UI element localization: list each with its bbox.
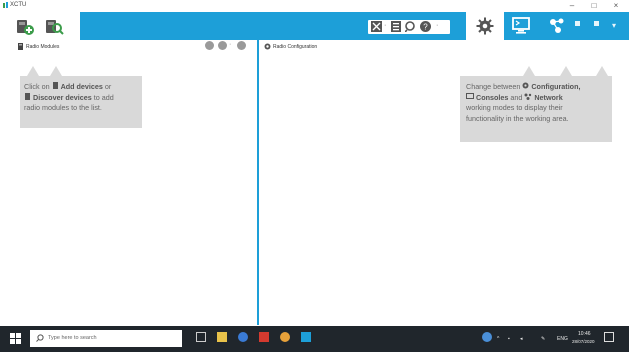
toolbar-indicator-icon: [594, 21, 599, 26]
notifications-icon[interactable]: [604, 332, 614, 342]
configuration-icon: [522, 82, 529, 89]
add-devices-button[interactable]: [15, 16, 35, 36]
hint-pointer: [27, 66, 39, 76]
clock-time[interactable]: 10:46: [578, 331, 591, 337]
hint-pointer: [50, 66, 62, 76]
xctu-menu-icon[interactable]: [391, 21, 401, 32]
hint-text: working modes to display their: [466, 103, 563, 112]
remove-radio-module-button[interactable]: [237, 41, 246, 50]
minimize-button[interactable]: –: [566, 1, 578, 11]
clock-date[interactable]: 28/07/2020: [572, 339, 595, 344]
hint-pointer: [560, 66, 572, 76]
add-devices-hint: Click on Add devices or Discover devices…: [20, 76, 142, 128]
close-button[interactable]: ×: [610, 1, 622, 11]
toolbar-indicator-icon: [575, 21, 580, 26]
volume-tray-icon[interactable]: ◂: [520, 336, 523, 342]
task-view-icon[interactable]: [196, 332, 206, 342]
hint-add-devices-label: Add devices: [60, 82, 103, 91]
chrome-icon[interactable]: [280, 332, 290, 342]
hint-configuration-label: Configuration,: [531, 82, 581, 91]
tray-chevron-icon[interactable]: ^: [497, 336, 499, 342]
network-mode-button[interactable]: [548, 17, 566, 34]
tools-icon[interactable]: [371, 21, 382, 32]
hint-text: Change between: [466, 82, 521, 91]
consoles-mode-button[interactable]: [512, 17, 530, 34]
working-modes-hint: Change between Configuration, Consoles a…: [460, 76, 612, 142]
add-radio-module-button[interactable]: [205, 41, 214, 50]
file-explorer-icon[interactable]: [217, 332, 227, 342]
hint-pointer: [523, 66, 535, 76]
search-icon: [36, 334, 44, 342]
title-bar: XCTU – □ ×: [0, 0, 629, 12]
hint-text: and: [510, 92, 523, 102]
network-tray-icon[interactable]: ▪: [508, 336, 510, 342]
hint-pointer: [596, 66, 608, 76]
help-dropdown-icon[interactable]: ·: [436, 22, 438, 29]
radio-configuration-title: Radio Configuration: [273, 44, 318, 50]
user-icon[interactable]: [482, 332, 492, 342]
language-indicator[interactable]: ENG: [557, 336, 568, 342]
hint-discover-devices-label: Discover devices: [33, 92, 92, 102]
radio-modules-icon: [18, 43, 23, 50]
hint-network-label: Network: [534, 92, 563, 102]
discover-device-icon: [25, 92, 30, 100]
configuration-gear-icon: [264, 43, 271, 50]
maximize-button[interactable]: □: [588, 1, 600, 11]
add-device-icon: [52, 82, 58, 89]
hint-text: to add: [93, 92, 114, 102]
toolbar: [80, 12, 629, 40]
windows-start-icon[interactable]: [10, 333, 21, 344]
help-icon[interactable]: ?: [420, 21, 431, 32]
discover-devices-button[interactable]: [44, 16, 64, 36]
svg-text:?: ?: [423, 23, 428, 32]
hint-consoles-label: Consoles: [476, 92, 509, 102]
find-icon[interactable]: [405, 21, 416, 32]
configuration-gear-icon: [476, 17, 494, 35]
taskbar-search-placeholder: Type here to search: [48, 335, 97, 341]
app-icon[interactable]: [259, 332, 269, 342]
xctu-taskbar-icon[interactable]: [301, 332, 311, 342]
toolbar-menu-icon[interactable]: ▾: [612, 21, 616, 30]
toolbar-device-actions: [0, 12, 80, 40]
hint-text: radio modules to the list.: [24, 103, 102, 112]
hint-text: Click on: [24, 82, 50, 91]
consoles-icon: [466, 92, 474, 99]
hint-text: functionality in the working area.: [466, 113, 569, 123]
tools-dropdown-icon[interactable]: ·: [384, 22, 386, 29]
panel-dropdown-icon[interactable]: ·: [229, 41, 231, 48]
window-title: XCTU: [10, 2, 27, 8]
filter-radio-modules-button[interactable]: [218, 41, 227, 50]
radio-modules-title: Radio Modules: [26, 44, 60, 50]
network-icon: [524, 93, 532, 100]
browser-icon[interactable]: [238, 332, 248, 342]
pen-tray-icon[interactable]: ✎: [541, 336, 545, 342]
xctu-logo-icon: [3, 2, 8, 8]
hint-text: or: [104, 82, 112, 91]
